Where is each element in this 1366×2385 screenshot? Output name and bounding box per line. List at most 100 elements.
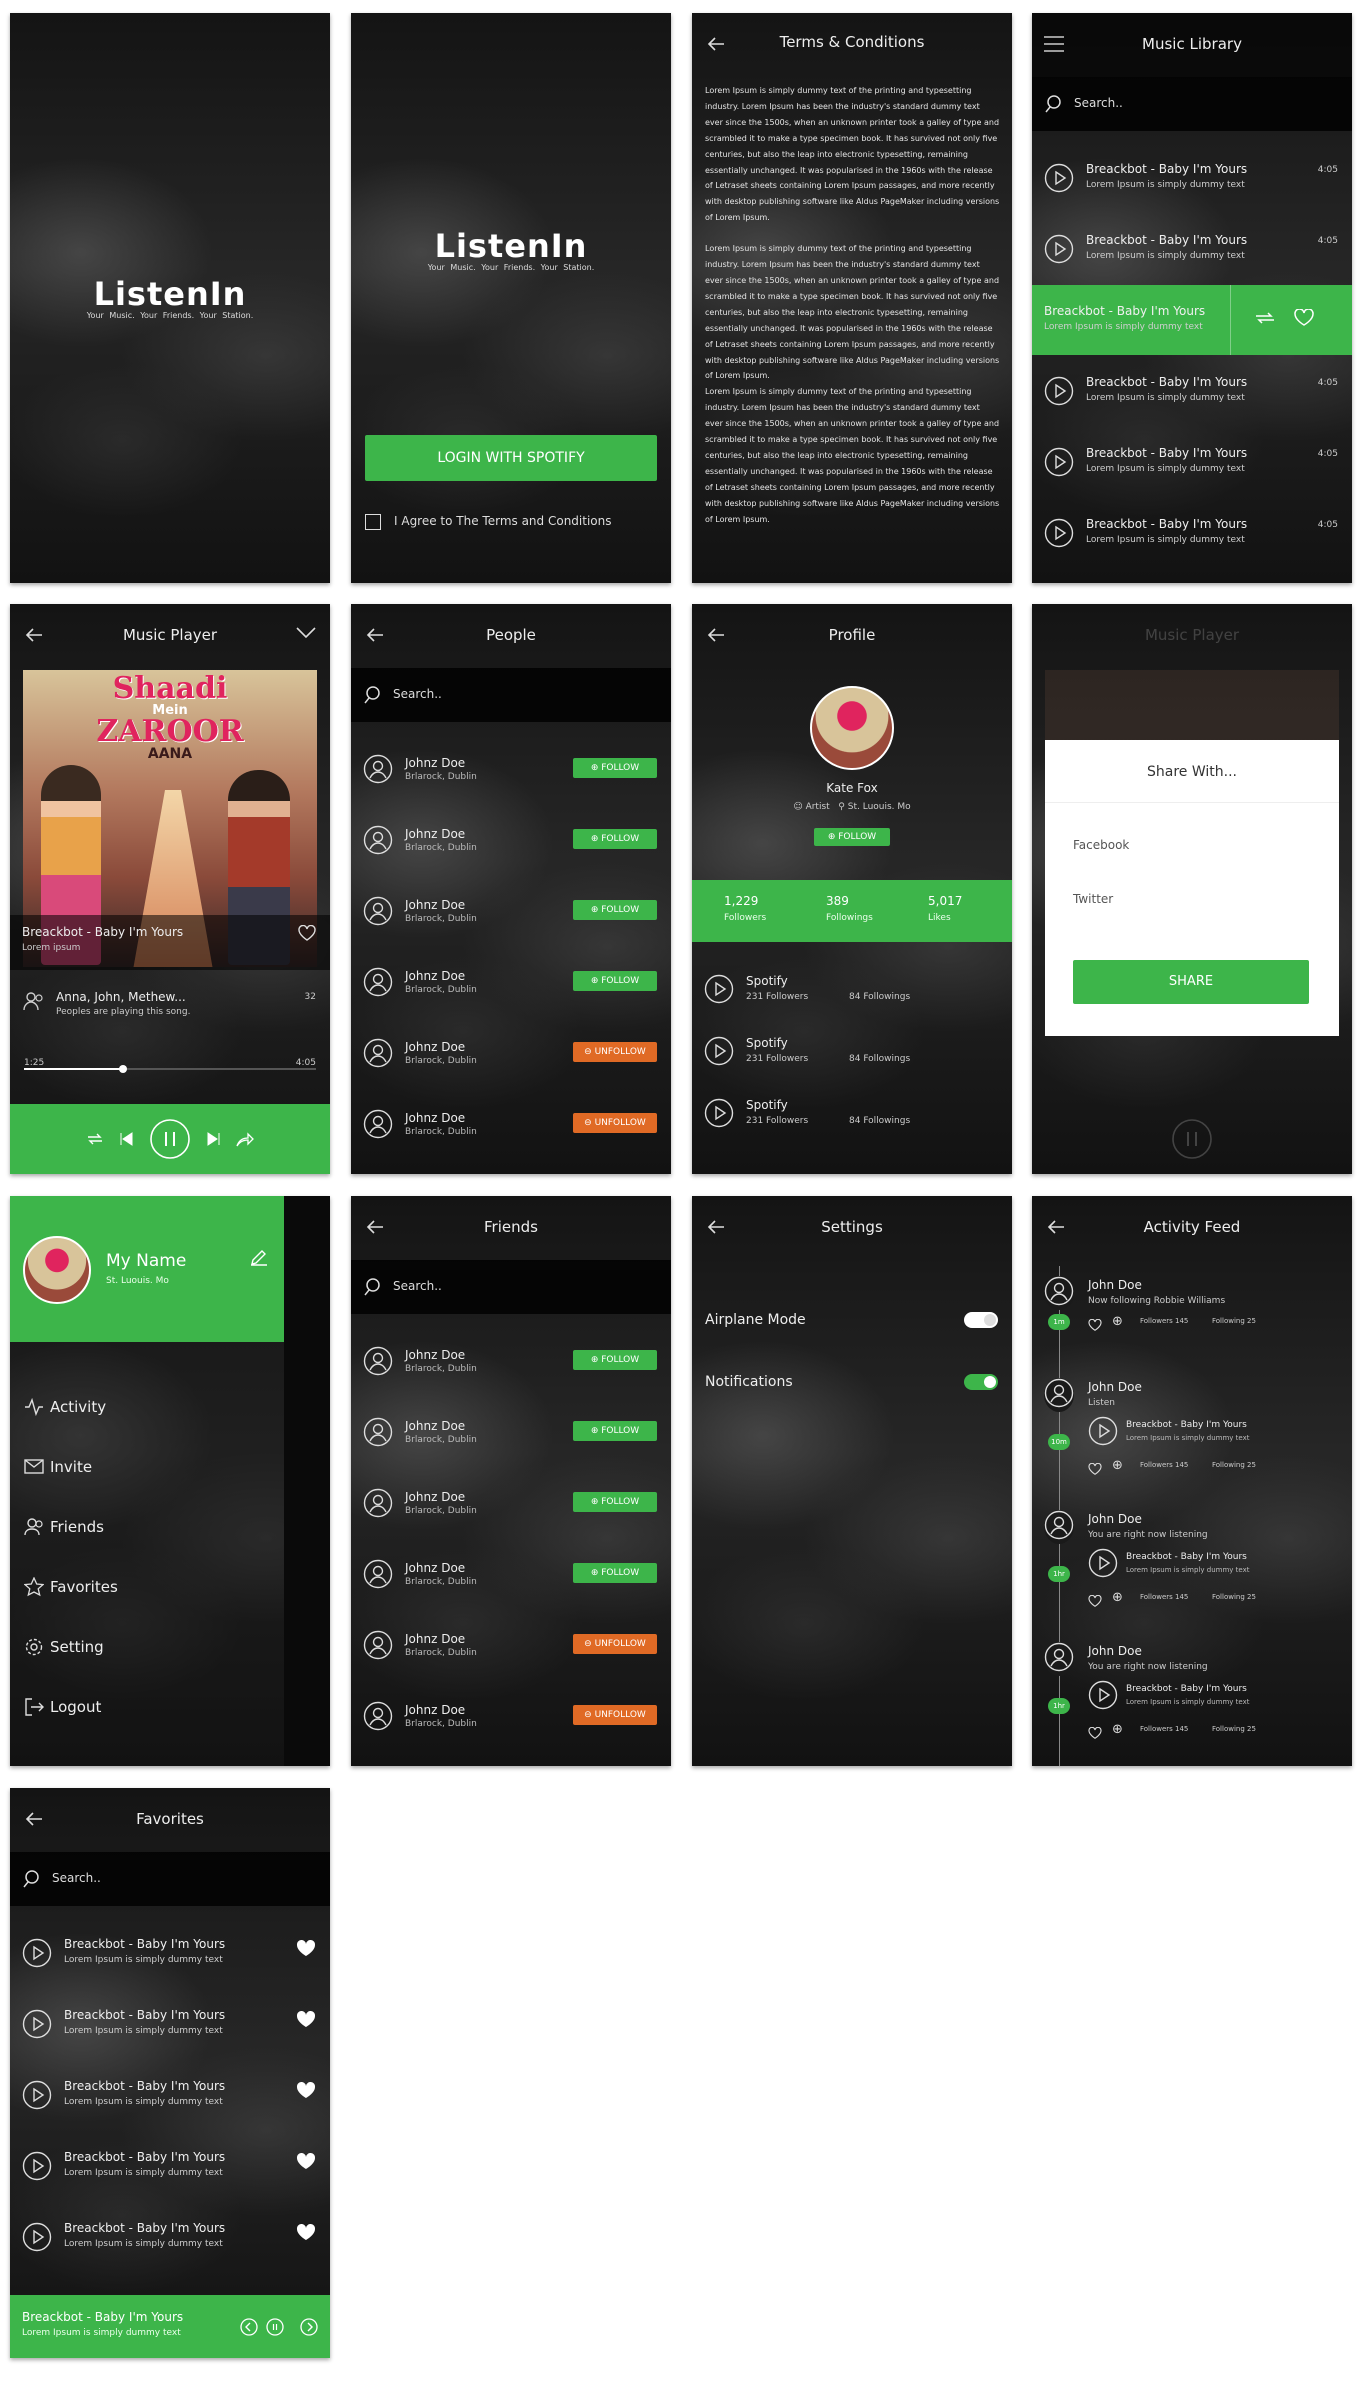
notifications-label: Notifications (705, 1374, 793, 1390)
dimmed-controls (1032, 1104, 1352, 1174)
favorite-row[interactable]: Breackbot - Baby I'm Yours Lorem Ipsum is… (10, 2060, 330, 2130)
track-row[interactable]: Breackbot - Baby I'm Yours Lorem Ipsum is… (1032, 356, 1352, 426)
play-icon[interactable] (704, 1098, 734, 1132)
profile-item[interactable]: Spotify 231 Followers 84 Followings (692, 972, 1012, 1032)
repeat-icon[interactable] (1254, 309, 1276, 331)
heart-icon[interactable] (1294, 308, 1314, 331)
pause-button[interactable] (266, 2318, 284, 2336)
search-input[interactable]: Search.. (52, 1871, 101, 1885)
person-row: Johnz Doe Brlarock, Dublin ⊕ FOLLOW (351, 876, 671, 946)
unfollow-button[interactable]: ⊖ UNFOLLOW (573, 1634, 657, 1654)
search-bar[interactable]: Search.. (1032, 77, 1352, 131)
search-input[interactable]: Search.. (393, 687, 442, 701)
follow-button[interactable]: ⊕ FOLLOW (573, 900, 657, 920)
play-icon[interactable] (22, 1938, 52, 1972)
person-row: Johnz Doe Brlarock, Dublin ⊕ FOLLOW (351, 1468, 671, 1538)
previous-icon[interactable] (119, 1132, 133, 1146)
plus-circle-icon[interactable]: ⊕ (1112, 1458, 1123, 1473)
track-row[interactable]: Breackbot - Baby I'm Yours Lorem Ipsum is… (1032, 498, 1352, 568)
play-icon[interactable] (1088, 1548, 1118, 1582)
drawer-item-invite[interactable]: Invite (24, 1452, 264, 1482)
unfollow-button[interactable]: ⊖ UNFOLLOW (573, 1113, 657, 1133)
share-option-facebook[interactable]: Facebook (1073, 838, 1129, 852)
heart-filled-icon[interactable] (296, 2223, 316, 2246)
plus-circle-icon[interactable]: ⊕ (1112, 1722, 1123, 1737)
pause-button[interactable] (149, 1118, 191, 1160)
drawer-item-logout[interactable]: Logout (24, 1692, 264, 1722)
share-icon[interactable] (236, 1131, 254, 1147)
track-row[interactable]: Breackbot - Baby I'm Yours Lorem Ipsum is… (1032, 214, 1352, 284)
play-icon[interactable] (1044, 163, 1074, 197)
search-bar[interactable]: Search.. (351, 668, 671, 722)
drawer-item-friends[interactable]: Friends (24, 1512, 264, 1542)
favorite-row[interactable]: Breackbot - Baby I'm Yours Lorem Ipsum is… (10, 1989, 330, 2059)
airplane-mode-toggle[interactable] (964, 1312, 998, 1328)
follow-button[interactable]: ⊕ FOLLOW (573, 1350, 657, 1370)
button-label: UNFOLLOW (594, 1118, 646, 1128)
agree-checkbox[interactable] (365, 514, 381, 530)
next-icon[interactable] (300, 2318, 318, 2336)
profile-item[interactable]: Spotify 231 Followers 84 Followings (692, 1096, 1012, 1156)
share-button[interactable]: SHARE (1073, 960, 1309, 1004)
heart-icon[interactable] (298, 925, 316, 941)
repeat-icon[interactable] (86, 1131, 104, 1147)
profile-follow-button[interactable]: ⊕ FOLLOW (814, 828, 890, 846)
play-icon[interactable] (1088, 1416, 1118, 1450)
play-icon[interactable] (1044, 518, 1074, 552)
follow-button[interactable]: ⊕ FOLLOW (573, 758, 657, 778)
play-icon[interactable] (22, 2080, 52, 2114)
track-subtitle: Lorem Ipsum is simply dummy text (1086, 535, 1245, 545)
play-icon[interactable] (704, 974, 734, 1008)
profile-item[interactable]: Spotify 231 Followers 84 Followings (692, 1034, 1012, 1094)
play-icon[interactable] (1044, 447, 1074, 481)
heart-icon[interactable] (1088, 1724, 1102, 1743)
notifications-toggle[interactable] (964, 1374, 998, 1390)
play-icon[interactable] (1088, 1680, 1118, 1714)
heart-filled-icon[interactable] (296, 2081, 316, 2104)
listeners-names[interactable]: Anna, John, Methew... (56, 990, 186, 1004)
track-row[interactable]: Breackbot - Baby I'm Yours Lorem Ipsum is… (1032, 285, 1352, 355)
mini-player[interactable]: Breackbot - Baby I'm Yours Lorem Ipsum i… (10, 2295, 330, 2358)
heart-icon[interactable] (1088, 1460, 1102, 1479)
search-input[interactable]: Search.. (393, 1279, 442, 1293)
next-icon[interactable] (207, 1132, 221, 1146)
drawer-item-favorites[interactable]: Favorites (24, 1572, 264, 1602)
search-bar[interactable]: Search.. (351, 1260, 671, 1314)
track-row[interactable]: Breackbot - Baby I'm Yours Lorem Ipsum is… (1032, 143, 1352, 213)
progress-track[interactable] (24, 1065, 316, 1073)
search-input[interactable]: Search.. (1074, 96, 1123, 110)
unfollow-button[interactable]: ⊖ UNFOLLOW (573, 1705, 657, 1725)
play-icon[interactable] (1044, 376, 1074, 410)
drawer-item-setting[interactable]: Setting (24, 1632, 264, 1662)
heart-filled-icon[interactable] (296, 2010, 316, 2033)
plus-circle-icon[interactable]: ⊕ (1112, 1314, 1123, 1329)
drawer-item-activity[interactable]: Activity (24, 1392, 264, 1422)
favorite-row[interactable]: Breackbot - Baby I'm Yours Lorem Ipsum is… (10, 2131, 330, 2201)
unfollow-button[interactable]: ⊖ UNFOLLOW (573, 1042, 657, 1062)
follow-button[interactable]: ⊕ FOLLOW (573, 1492, 657, 1512)
favorite-row[interactable]: Breackbot - Baby I'm Yours Lorem Ipsum is… (10, 2202, 330, 2272)
share-option-twitter[interactable]: Twitter (1073, 892, 1113, 906)
login-spotify-button[interactable]: LOGIN WITH SPOTIFY (365, 435, 657, 481)
edit-icon[interactable] (250, 1248, 268, 1266)
plus-circle-icon[interactable]: ⊕ (1112, 1590, 1123, 1605)
search-bar[interactable]: Search.. (10, 1852, 330, 1906)
play-icon[interactable] (22, 2222, 52, 2256)
heart-filled-icon[interactable] (296, 2152, 316, 2175)
previous-icon[interactable] (240, 2318, 258, 2336)
track-row[interactable]: Breackbot - Baby I'm Yours Lorem Ipsum is… (1032, 427, 1352, 497)
chevron-down-icon[interactable] (296, 626, 316, 640)
progress-knob[interactable] (119, 1065, 128, 1073)
follow-button[interactable]: ⊕ FOLLOW (573, 1421, 657, 1441)
follow-button[interactable]: ⊕ FOLLOW (573, 829, 657, 849)
play-icon[interactable] (22, 2009, 52, 2043)
follow-button[interactable]: ⊕ FOLLOW (573, 971, 657, 991)
play-icon[interactable] (22, 2151, 52, 2185)
favorite-row[interactable]: Breackbot - Baby I'm Yours Lorem Ipsum is… (10, 1918, 330, 1988)
play-icon[interactable] (704, 1036, 734, 1070)
play-icon[interactable] (1044, 234, 1074, 268)
heart-filled-icon[interactable] (296, 1939, 316, 1962)
heart-icon[interactable] (1088, 1592, 1102, 1611)
follow-button[interactable]: ⊕ FOLLOW (573, 1563, 657, 1583)
heart-icon[interactable] (1088, 1316, 1102, 1335)
